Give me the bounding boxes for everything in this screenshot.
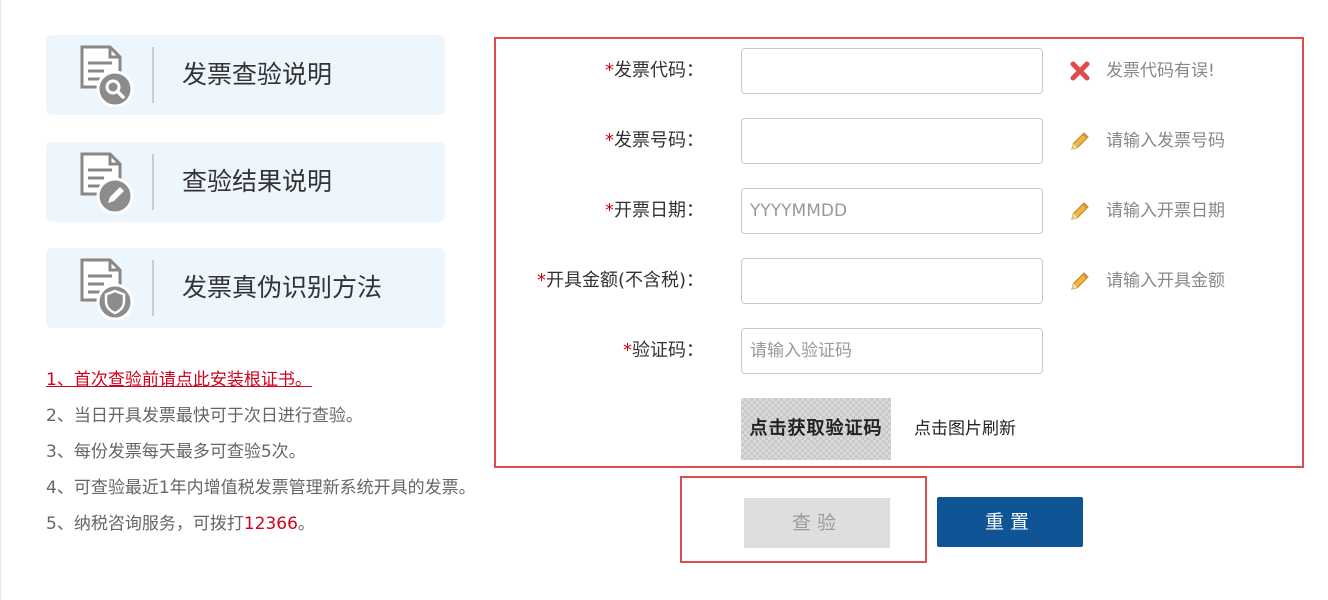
- row-amount: *开具金额(不含税)： 请输入开具金额: [496, 258, 1302, 304]
- card-label: 查验结果说明: [182, 167, 333, 196]
- issue-date-label: *开票日期：: [605, 188, 704, 234]
- amount-label-text: 开具金额(不含税)：: [545, 270, 704, 291]
- amount-input[interactable]: [741, 258, 1043, 304]
- card-separator: [152, 154, 154, 210]
- note-hotline-suffix: 。: [297, 514, 315, 534]
- pencil-icon: [1071, 132, 1089, 150]
- hotline-number: 12366: [243, 514, 298, 534]
- note-install-certificate: 1、首次查验前请点此安装根证书。: [46, 366, 486, 402]
- amount-label: *开具金额(不含税)：: [537, 258, 704, 304]
- required-mark: *: [605, 200, 614, 221]
- invoice-form: *发票代码： 发票代码有误! *发票号码： 请输入发票号码 *开票日期： 请输入…: [494, 37, 1304, 468]
- note-hotline-prefix: 5、纳税咨询服务，可拨打: [46, 514, 244, 534]
- captcha-label: *验证码：: [623, 328, 704, 374]
- row-captcha: *验证码：: [496, 328, 1302, 374]
- card-authenticity-method[interactable]: 发票真伪识别方法: [46, 248, 445, 328]
- required-mark: *: [536, 270, 546, 291]
- install-root-certificate-link[interactable]: 1、首次查验前请点此安装根证书。: [46, 370, 312, 390]
- note-one-year: 4、可查验最近1年内增值税发票管理新系统开具的发票。: [46, 478, 476, 498]
- note-next-day: 2、当日开具发票最快可于次日进行查验。: [46, 406, 363, 426]
- reset-button[interactable]: 重置: [937, 497, 1083, 547]
- note-max-checks: 3、每份发票每天最多可查验5次。: [46, 442, 306, 462]
- pencil-icon: [1071, 272, 1089, 290]
- card-invoice-check-guide[interactable]: 发票查验说明: [46, 35, 445, 115]
- amount-hint: 请输入开具金额: [1106, 271, 1225, 291]
- invoice-number-input[interactable]: [741, 118, 1043, 164]
- invoice-code-input[interactable]: [741, 48, 1043, 94]
- captcha-refresh-link[interactable]: 点击图片刷新: [914, 398, 1016, 460]
- required-mark: *: [623, 340, 632, 361]
- document-shield-icon: [80, 258, 134, 320]
- captcha-input[interactable]: [741, 328, 1043, 374]
- invoice-number-label-text: 发票号码：: [614, 130, 704, 151]
- captcha-label-text: 验证码：: [632, 340, 704, 361]
- required-mark: *: [605, 60, 614, 81]
- required-mark: *: [605, 130, 614, 151]
- pencil-icon: [1071, 202, 1089, 220]
- notes-list: 1、首次查验前请点此安装根证书。 2、当日开具发票最快可于次日进行查验。 3、每…: [46, 366, 486, 546]
- row-issue-date: *开票日期： 请输入开票日期: [496, 188, 1302, 234]
- card-separator: [152, 47, 154, 103]
- issue-date-input[interactable]: [741, 188, 1043, 234]
- card-result-guide[interactable]: 查验结果说明: [46, 142, 445, 222]
- issue-date-hint: 请输入开票日期: [1106, 201, 1225, 221]
- query-button[interactable]: 查验: [744, 498, 890, 548]
- card-label: 发票查验说明: [182, 60, 333, 89]
- invoice-code-label-text: 发票代码：: [614, 60, 704, 81]
- row-invoice-code: *发票代码： 发票代码有误!: [496, 48, 1302, 94]
- invoice-code-hint: 发票代码有误!: [1106, 61, 1215, 81]
- invoice-number-hint: 请输入发票号码: [1106, 131, 1225, 151]
- left-edge-line: [0, 0, 1, 600]
- document-edit-icon: [80, 152, 134, 214]
- captcha-image[interactable]: 点击获取验证码: [741, 398, 891, 460]
- card-separator: [152, 260, 154, 316]
- issue-date-label-text: 开票日期：: [614, 200, 704, 221]
- error-x-icon: [1070, 61, 1090, 81]
- invoice-code-label: *发票代码：: [605, 48, 704, 94]
- invoice-number-label: *发票号码：: [605, 118, 704, 164]
- row-invoice-number: *发票号码： 请输入发票号码: [496, 118, 1302, 164]
- note-hotline: 5、纳税咨询服务，可拨打12366。: [46, 510, 486, 546]
- document-search-icon: [80, 45, 134, 107]
- card-label: 发票真伪识别方法: [182, 273, 383, 302]
